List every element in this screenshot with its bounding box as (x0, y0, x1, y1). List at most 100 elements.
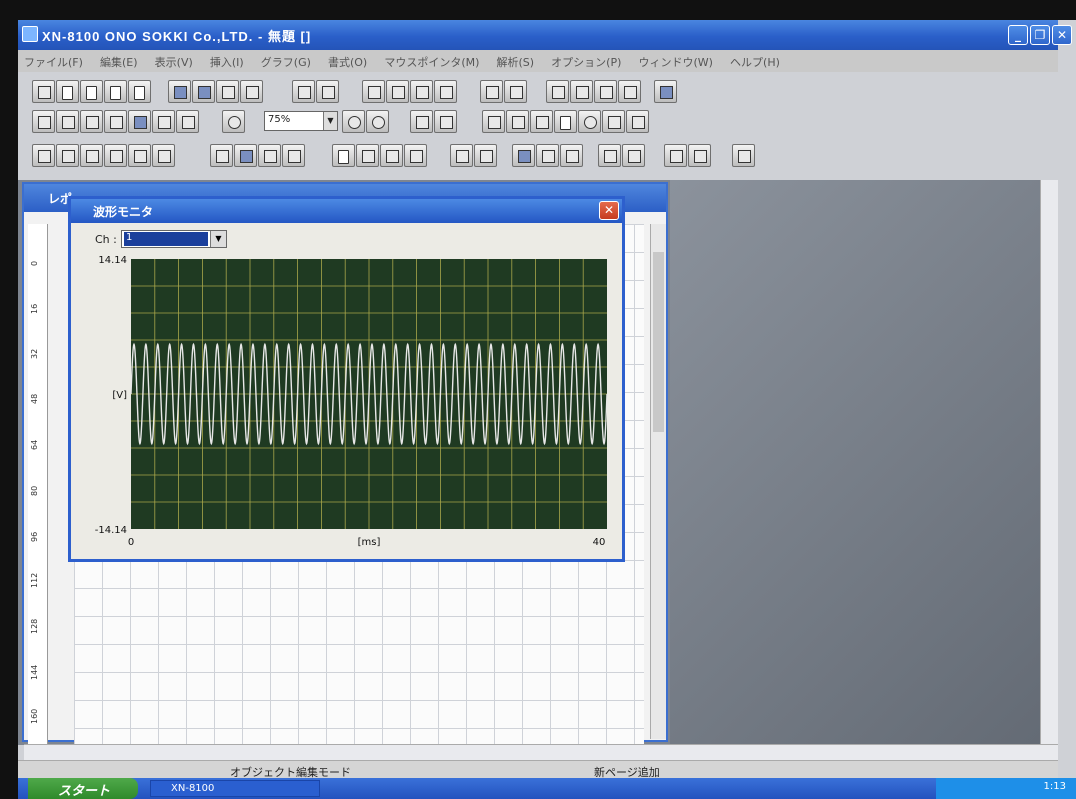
zoom-in-icon[interactable] (342, 110, 365, 133)
wave-view-icon[interactable] (380, 144, 403, 167)
menu-mouse-pointer[interactable]: マウスポインタ(M) (378, 50, 485, 70)
rectangle-tool-icon[interactable] (554, 110, 577, 133)
grid-icon[interactable] (410, 110, 433, 133)
paste-icon[interactable] (410, 80, 433, 103)
ruler-label: 64 (30, 439, 39, 450)
ruler-label: 128 (30, 618, 39, 634)
bring-forward-icon[interactable] (594, 80, 617, 103)
maximize-button[interactable]: ❐ (1030, 25, 1050, 45)
layout-2-icon[interactable] (56, 110, 79, 133)
copy-icon[interactable] (386, 80, 409, 103)
status-bar: オブジェクト編集モード 新ページ追加 (18, 760, 1058, 780)
menu-file[interactable]: ファイル(F) (18, 50, 89, 70)
chevron-down-icon: ▼ (323, 112, 337, 130)
ellipse-tool-icon[interactable] (578, 110, 601, 133)
menu-format[interactable]: 書式(O) (322, 50, 373, 70)
delete-icon[interactable] (434, 80, 457, 103)
page-icon[interactable] (80, 80, 103, 103)
new-icon[interactable] (56, 80, 79, 103)
send-backward-icon[interactable] (618, 80, 641, 103)
taskbar-app-button[interactable]: XN-8100 (150, 780, 320, 797)
layout-5-icon[interactable] (128, 110, 151, 133)
page-view-icon[interactable] (332, 144, 355, 167)
align-center-icon[interactable] (56, 144, 79, 167)
document-icon[interactable] (104, 80, 127, 103)
ungroup-icon[interactable] (504, 80, 527, 103)
layout-1-icon[interactable] (32, 110, 55, 133)
open-icon[interactable] (32, 80, 55, 103)
align-right-icon[interactable] (80, 144, 103, 167)
send-back-icon[interactable] (570, 80, 593, 103)
print-icon[interactable] (216, 80, 239, 103)
align-top-icon[interactable] (104, 144, 127, 167)
select-area-icon[interactable] (234, 144, 257, 167)
flag-icon[interactable] (474, 144, 497, 167)
report-icon[interactable] (128, 80, 151, 103)
text-tool-icon[interactable] (530, 110, 553, 133)
cut-icon[interactable] (362, 80, 385, 103)
layout-3-icon[interactable] (80, 110, 103, 133)
ruler-label: 160 (30, 708, 39, 724)
menu-view[interactable]: 表示(V) (149, 50, 199, 70)
align-middle-icon[interactable] (128, 144, 151, 167)
hand-tool-icon[interactable] (210, 144, 233, 167)
measure-icon[interactable] (450, 144, 473, 167)
clock: 1:13 (1043, 781, 1066, 792)
menu-insert[interactable]: 挿入(I) (204, 50, 250, 70)
frame-view-icon[interactable] (356, 144, 379, 167)
scroll-thumb[interactable] (653, 252, 664, 432)
menu-edit[interactable]: 編集(E) (94, 50, 144, 70)
ruler-label: 80 (30, 485, 39, 496)
print-preview-icon[interactable] (240, 80, 263, 103)
layout-7-icon[interactable] (176, 110, 199, 133)
zoom-area-icon[interactable] (258, 144, 281, 167)
chart-3-icon[interactable] (560, 144, 583, 167)
start-button[interactable]: スタート (28, 778, 138, 799)
toolbar-row-2: 75% ▼ (26, 108, 706, 136)
align-left-icon[interactable] (32, 144, 55, 167)
chart-2-icon[interactable] (536, 144, 559, 167)
menu-window[interactable]: ウィンドウ(W) (632, 50, 718, 70)
group-icon[interactable] (480, 80, 503, 103)
menu-bar: ファイル(F) 編集(E) 表示(V) 挿入(I) グラフ(G) 書式(O) マ… (18, 50, 1058, 72)
layout-6-icon[interactable] (152, 110, 175, 133)
cursor-area-icon[interactable] (282, 144, 305, 167)
horizontal-scrollbar[interactable] (24, 744, 1058, 760)
window-title: XN-8100 ONO SOKKI Co.,LTD. - 無題 [] (42, 29, 312, 44)
graph-object-icon[interactable] (482, 110, 505, 133)
target-icon[interactable] (222, 110, 245, 133)
x-tick-max: 40 (593, 537, 606, 548)
close-button[interactable]: ✕ (1052, 25, 1072, 45)
workspace-background (670, 180, 1058, 745)
chart-5-icon[interactable] (622, 144, 645, 167)
main-vertical-scrollbar[interactable] (1040, 180, 1058, 745)
zoom-select[interactable]: 75% ▼ (264, 111, 338, 131)
bring-front-icon[interactable] (546, 80, 569, 103)
menu-help[interactable]: ヘルプ(H) (724, 50, 786, 70)
chart-7-icon[interactable] (688, 144, 711, 167)
ruler-icon[interactable] (434, 110, 457, 133)
redo-icon[interactable] (316, 80, 339, 103)
undo-icon[interactable] (292, 80, 315, 103)
y-tick-min: -14.14 (95, 525, 127, 536)
line-tool-icon[interactable] (602, 110, 625, 133)
picture-tool-icon[interactable] (626, 110, 649, 133)
open-folder-icon[interactable] (168, 80, 191, 103)
zoom-out-icon[interactable] (366, 110, 389, 133)
align-bottom-icon[interactable] (152, 144, 175, 167)
menu-analysis[interactable]: 解析(S) (491, 50, 541, 70)
chart-4-icon[interactable] (598, 144, 621, 167)
pointer-tool-icon[interactable] (654, 80, 677, 103)
document-scrollbar[interactable] (650, 224, 666, 739)
save-icon[interactable] (192, 80, 215, 103)
image-object-icon[interactable] (506, 110, 529, 133)
menu-options[interactable]: オプション(P) (545, 50, 627, 70)
help-icon[interactable] (732, 144, 755, 167)
chart-6-icon[interactable] (664, 144, 687, 167)
minimize-button[interactable]: _ (1008, 25, 1028, 45)
menu-graph[interactable]: グラフ(G) (255, 50, 317, 70)
system-tray: 1:13 (936, 778, 1076, 799)
refresh-icon[interactable] (404, 144, 427, 167)
chart-1-icon[interactable] (512, 144, 535, 167)
layout-4-icon[interactable] (104, 110, 127, 133)
